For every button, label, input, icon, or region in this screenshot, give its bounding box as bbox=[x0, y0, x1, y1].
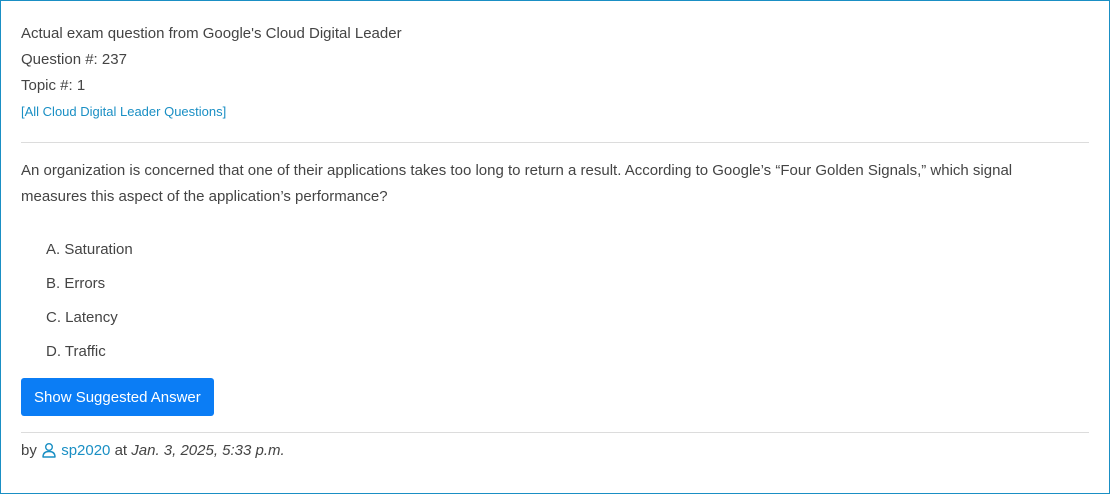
topic-number: Topic #: 1 bbox=[21, 77, 86, 94]
choices-list: A. Saturation B. Errors C. Latency D. Tr… bbox=[21, 240, 1089, 376]
discussion-meta: by sp2020 at Jan. 3, 2025, 5:33 p.m. bbox=[21, 441, 1089, 461]
question-text: An organization is concerned that one of… bbox=[21, 162, 1013, 205]
choice-c[interactable]: C. Latency bbox=[46, 308, 1089, 342]
question-card: Actual exam question from Google's Cloud… bbox=[0, 0, 1110, 494]
exam-title: Actual exam question from Google's Cloud… bbox=[21, 25, 402, 42]
at-label: at bbox=[114, 442, 128, 459]
user-outline-icon bbox=[42, 443, 56, 458]
choice-d[interactable]: D. Traffic bbox=[46, 342, 1089, 376]
choice-b[interactable]: B. Errors bbox=[46, 274, 1089, 308]
header-divider bbox=[21, 142, 1089, 143]
username-link[interactable]: sp2020 bbox=[61, 442, 110, 459]
question-header: Actual exam question from Google's Cloud… bbox=[21, 1, 1089, 125]
all-questions-link[interactable]: [All Cloud Digital Leader Questions] bbox=[21, 101, 226, 123]
by-label: by bbox=[21, 442, 37, 459]
question-number: Question #: 237 bbox=[21, 51, 127, 68]
footer-divider bbox=[21, 432, 1089, 433]
post-date: Jan. 3, 2025, 5:33 p.m. bbox=[131, 442, 285, 459]
choice-a[interactable]: A. Saturation bbox=[46, 240, 1089, 274]
show-suggested-answer-button[interactable]: Show Suggested Answer bbox=[21, 378, 214, 416]
